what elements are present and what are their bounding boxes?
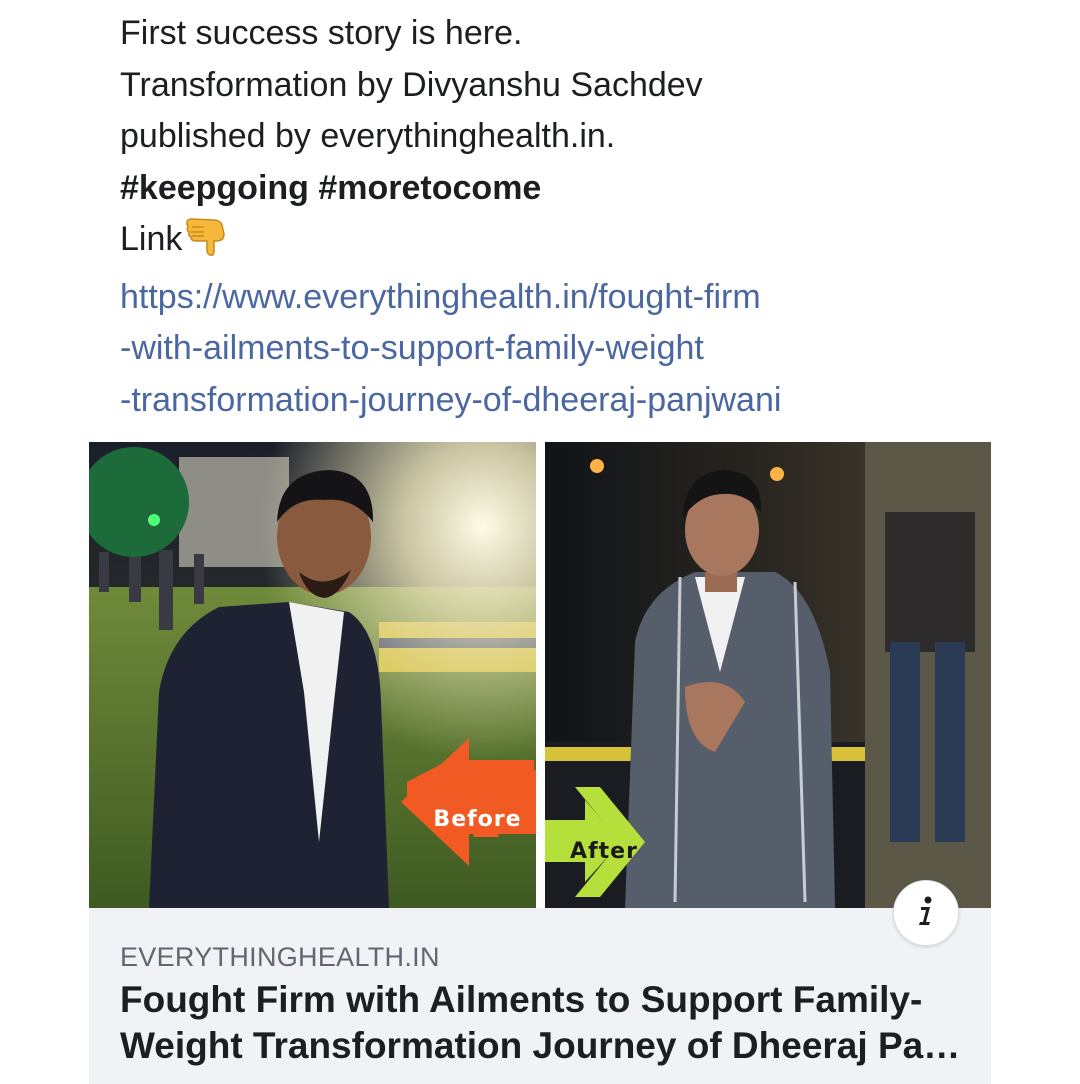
- article-url-link[interactable]: https://www.everythinghealth.in/fought-f…: [120, 272, 1020, 427]
- card-domain: EVERYTHINGHEALTH.IN: [120, 942, 440, 972]
- info-icon: [915, 895, 937, 932]
- link-label: Link: [120, 220, 183, 258]
- post-text-line: Transformation by Divyanshu Sachdev: [120, 65, 703, 104]
- photo-divider: [536, 442, 545, 908]
- card-title-line[interactable]: Fought Firm with Ailments to Support Fam…: [120, 977, 970, 1023]
- hashtags[interactable]: #keepgoing #moretocome: [120, 163, 1020, 215]
- before-label-wrap: Before: [419, 804, 536, 834]
- card-title[interactable]: Fought Firm with Ailments to Support Fam…: [120, 977, 970, 1069]
- after-label-wrap: After: [559, 836, 649, 866]
- post-text-line: published by everythinghealth.in.: [120, 117, 616, 155]
- url-line[interactable]: -transformation-journey-of-dheeraj-panjw…: [120, 375, 1020, 427]
- post-message: First success story is here. Transformat…: [120, 8, 1020, 426]
- pointing-down-hand-icon: [184, 214, 228, 272]
- before-photo: [89, 442, 536, 908]
- preview-image[interactable]: Before After: [89, 442, 991, 908]
- after-label: After: [570, 838, 638, 864]
- info-button[interactable]: [893, 880, 959, 946]
- url-line[interactable]: -with-ailments-to-support-family-weight: [120, 323, 1020, 375]
- link-label-line: Link: [120, 214, 1020, 272]
- before-label: Before: [433, 806, 522, 832]
- card-title-line[interactable]: Weight Transformation Journey of Dheeraj…: [120, 1023, 970, 1069]
- post-text-line: First success story is here.: [120, 14, 523, 52]
- link-preview-card[interactable]: Before After EVERYTHINGHEALTH.IN Fought …: [89, 442, 991, 1084]
- url-line[interactable]: https://www.everythinghealth.in/fought-f…: [120, 272, 1020, 324]
